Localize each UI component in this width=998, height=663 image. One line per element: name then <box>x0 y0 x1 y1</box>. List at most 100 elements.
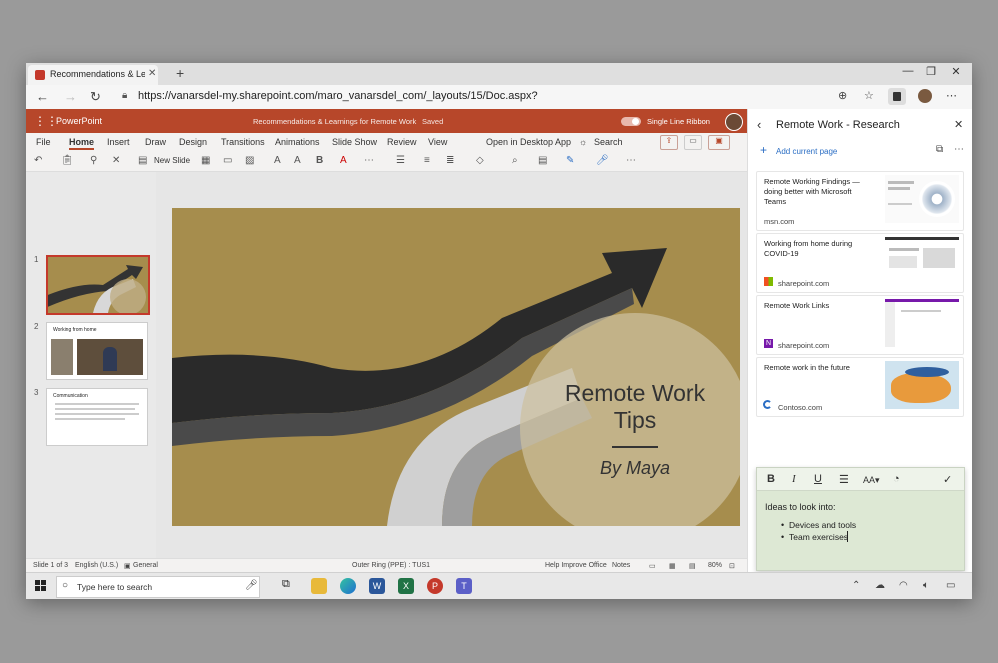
zoom-level[interactable]: 80% <box>708 562 722 569</box>
tab-insert[interactable]: Insert <box>107 137 130 147</box>
format-painter-icon[interactable]: ⚲ <box>90 155 97 166</box>
underline-icon[interactable]: U <box>814 473 822 485</box>
excel-icon[interactable]: X <box>398 578 414 594</box>
new-slide-icon[interactable]: ▤ <box>138 155 147 166</box>
word-icon[interactable]: W <box>369 578 385 594</box>
sorter-view-icon[interactable]: ▦ <box>669 562 676 570</box>
bold-icon[interactable]: B <box>316 155 323 166</box>
new-tab-button[interactable]: + <box>176 65 184 81</box>
note-card[interactable]: B I U ☰ AA▾ ◔ ✓ Ideas to look into: • De… <box>756 467 965 571</box>
ribbon-search[interactable]: Search <box>594 137 623 147</box>
tab-file[interactable]: File <box>36 137 51 147</box>
open-in-window-icon[interactable]: ⧉ <box>936 144 943 155</box>
editor-icon[interactable]: ✎ <box>566 155 574 166</box>
favorite-star-icon[interactable]: ☆ <box>864 89 874 102</box>
slide-thumbnail-3[interactable]: Communication <box>46 388 148 446</box>
add-icon[interactable]: + <box>760 143 767 157</box>
shapes-icon[interactable]: ◇ <box>476 155 484 166</box>
italic-icon[interactable]: I <box>792 473 796 485</box>
teams-icon[interactable]: T <box>456 578 472 594</box>
collections-icon[interactable] <box>888 88 906 105</box>
font-size-icon[interactable]: AA▾ <box>863 475 880 486</box>
taskbar-search-box[interactable]: ○ Type here to search 🎤︎ <box>56 576 260 598</box>
panel-close-icon[interactable]: ✕ <box>954 118 963 131</box>
present-icon[interactable]: ▣ <box>708 135 730 150</box>
zoom-icon[interactable]: ⊕ <box>838 89 847 102</box>
bold-icon[interactable]: B <box>767 473 775 485</box>
more-font-icon[interactable]: ⋯ <box>364 155 374 166</box>
numbering-icon[interactable]: ≡ <box>424 155 430 166</box>
slide-thumbnail-1[interactable] <box>46 255 150 315</box>
research-card[interactable]: Remote Working Findings — doing better w… <box>756 171 964 231</box>
picture-icon[interactable]: ▨ <box>245 155 254 166</box>
bullets-icon[interactable]: ☰ <box>396 155 405 166</box>
research-card[interactable]: Working from home during COVID-19 sharep… <box>756 233 964 293</box>
font-color-icon[interactable]: A <box>340 155 347 166</box>
tab-review[interactable]: Review <box>387 137 417 147</box>
edge-icon[interactable] <box>340 578 356 594</box>
textbox-icon[interactable]: ▭ <box>223 155 232 166</box>
tab-animations[interactable]: Animations <box>275 137 320 147</box>
wifi-icon[interactable]: ◠ <box>899 580 908 591</box>
back-arrow-icon[interactable]: ‹ <box>757 117 761 132</box>
single-line-ribbon-toggle[interactable] <box>621 117 641 126</box>
dictate-icon[interactable]: 🎤︎ <box>596 155 609 166</box>
tab-design[interactable]: Design <box>179 137 207 147</box>
browser-tab[interactable]: Recommendations & Learnings f ✕ <box>28 65 158 85</box>
paste-icon[interactable]: 📋︎ <box>61 155 74 166</box>
minimize-icon[interactable]: — <box>898 65 918 77</box>
profile-avatar[interactable] <box>918 89 932 103</box>
list-icon[interactable]: ☰ <box>839 473 849 486</box>
tab-view[interactable]: View <box>428 137 447 147</box>
share-icon[interactable]: ⇪ <box>660 135 678 150</box>
task-view-icon[interactable]: ⧉ <box>282 578 298 594</box>
tab-home[interactable]: Home <box>69 137 95 150</box>
more-menu-icon[interactable]: ⋯ <box>946 89 957 102</box>
language-status[interactable]: English (U.S.) <box>75 562 118 569</box>
app-launcher-icon[interactable]: ⋮⋮ <box>34 114 58 128</box>
document-title[interactable]: Recommendations & Learnings for Remote W… <box>253 117 416 126</box>
saved-status[interactable]: Saved <box>422 117 443 126</box>
research-card[interactable]: Remote Work Links N sharepoint.com <box>756 295 964 355</box>
comments-icon[interactable]: ▭ <box>684 135 702 150</box>
powerpoint-icon[interactable]: P <box>427 578 443 594</box>
notifications-icon[interactable]: ▭ <box>946 580 955 591</box>
slide-title[interactable]: Remote Work Tips <box>550 380 720 434</box>
undo-icon[interactable]: ↶ <box>34 155 42 166</box>
open-desktop-app-button[interactable]: Open in Desktop App <box>486 137 571 147</box>
windows-start-icon[interactable] <box>35 580 46 591</box>
panel-more-icon[interactable]: ⋯ <box>954 144 964 155</box>
refresh-icon[interactable]: ↻ <box>90 89 101 105</box>
tray-chevron-icon[interactable]: ⌃ <box>852 580 860 591</box>
slide-thumbnail-2[interactable]: Working from home <box>46 322 148 380</box>
tab-close-icon[interactable]: ✕ <box>148 68 156 79</box>
tab-transitions[interactable]: Transitions <box>221 137 265 147</box>
research-card[interactable]: Remote work in the future Contoso.com <box>756 357 964 417</box>
help-improve-link[interactable]: Help Improve Office <box>545 562 607 569</box>
reading-view-icon[interactable]: ▤ <box>689 562 696 570</box>
more-commands-icon[interactable]: ⋯ <box>626 155 636 166</box>
designer-icon[interactable]: ▤ <box>538 155 547 166</box>
find-icon[interactable]: ⌕ <box>512 155 518 166</box>
back-icon[interactable]: ← <box>36 89 49 104</box>
notes-button[interactable]: Notes <box>612 562 630 569</box>
checkmark-icon[interactable]: ✓ <box>943 473 952 486</box>
maximize-icon[interactable]: ❐ <box>921 65 941 78</box>
font-size-increase-icon[interactable]: A <box>274 155 281 166</box>
app-name[interactable]: PowerPoint <box>56 116 102 126</box>
color-palette-icon[interactable]: ◔ <box>893 473 900 485</box>
tab-slide-show[interactable]: Slide Show <box>332 137 377 147</box>
forward-icon[interactable]: → <box>64 89 77 104</box>
layout-icon[interactable]: ▦ <box>201 155 210 166</box>
delete-icon[interactable]: ✕ <box>112 155 120 166</box>
microphone-icon[interactable]: 🎤︎ <box>245 580 258 591</box>
tab-draw[interactable]: Draw <box>145 137 166 147</box>
address-input[interactable]: https://vanarsdel-my.sharepoint.com/maro… <box>138 90 538 102</box>
align-icon[interactable]: ≣ <box>446 155 454 166</box>
close-window-icon[interactable]: ✕ <box>946 65 966 78</box>
slide-canvas[interactable]: Remote Work Tips By Maya <box>172 208 740 526</box>
slide-subtitle[interactable]: By Maya <box>550 458 720 479</box>
add-current-page-link[interactable]: Add current page <box>776 147 837 156</box>
onedrive-icon[interactable]: ☁ <box>875 580 885 591</box>
fit-slide-icon[interactable]: ⊡ <box>729 562 735 570</box>
